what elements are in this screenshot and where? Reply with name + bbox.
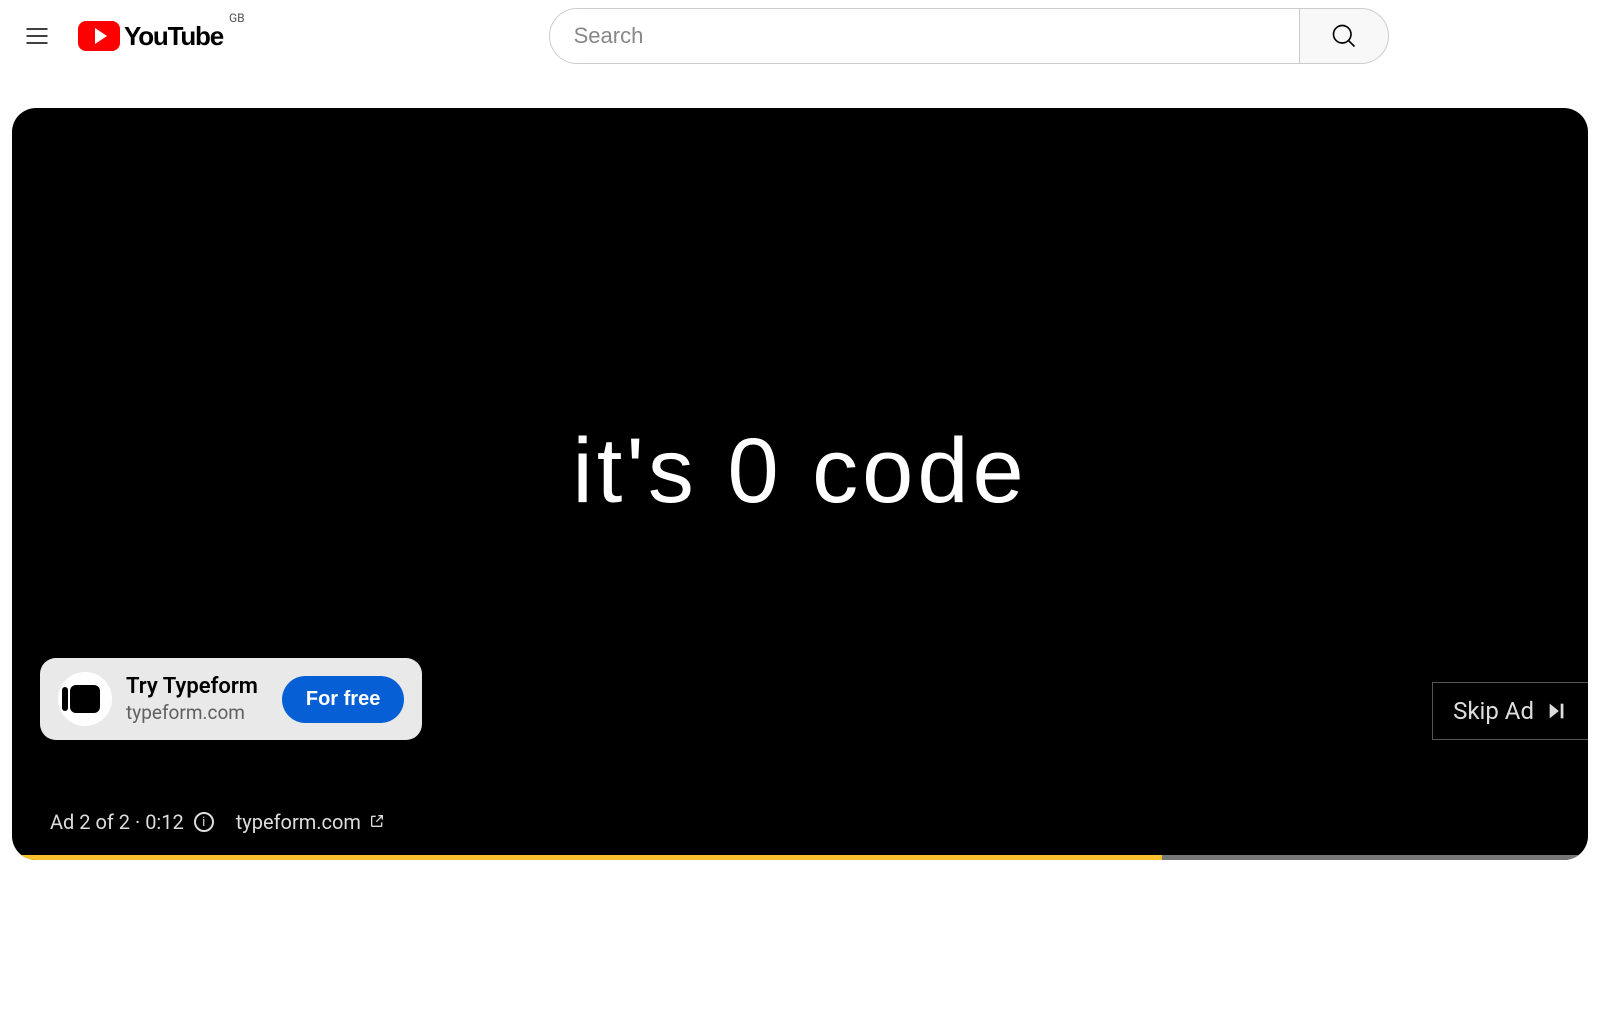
youtube-logo-text: YouTube [124,21,223,52]
skip-ad-button[interactable]: Skip Ad [1432,682,1588,740]
advertiser-avatar [58,672,112,726]
ad-companion-title: Try Typeform [126,674,258,699]
typeform-icon [70,685,100,713]
ad-counter: Ad 2 of 2 · 0:12 i [50,810,214,834]
ad-info-icon[interactable]: i [194,812,214,832]
ad-frame-text: it's 0 code [572,419,1027,524]
ad-companion-texts: Try Typeform typeform.com [126,674,258,724]
youtube-logo[interactable]: YouTube GB [78,21,239,52]
ad-info-row: Ad 2 of 2 · 0:12 i typeform.com [50,810,385,834]
search-button[interactable] [1299,8,1389,64]
ad-destination-text: typeform.com [236,810,361,834]
menu-button[interactable] [16,15,58,57]
region-code: GB [229,11,245,25]
ad-cta-button[interactable]: For free [282,676,404,723]
ad-counter-text: Ad 2 of 2 · 0:12 [50,810,184,834]
skip-ad-label: Skip Ad [1453,697,1534,725]
play-triangle-icon [95,28,107,44]
video-player[interactable]: it's 0 code Try Typeform typeform.com Fo… [12,108,1588,860]
ad-companion-card[interactable]: Try Typeform typeform.com For free [40,658,422,740]
open-external-icon [369,810,385,834]
ad-progress-remaining [1162,855,1588,860]
hamburger-icon [23,22,51,50]
ad-companion-domain: typeform.com [126,701,258,724]
ad-destination-link[interactable]: typeform.com [236,810,385,834]
header-bar: YouTube GB [0,0,1600,72]
youtube-logo-icon [78,21,120,51]
ad-progress-bar[interactable] [12,855,1588,860]
search-area [549,8,1389,64]
search-input[interactable] [549,8,1299,64]
search-icon [1330,22,1358,50]
ad-progress-played [12,855,1162,860]
search-form [549,8,1389,64]
skip-next-icon [1546,700,1568,722]
